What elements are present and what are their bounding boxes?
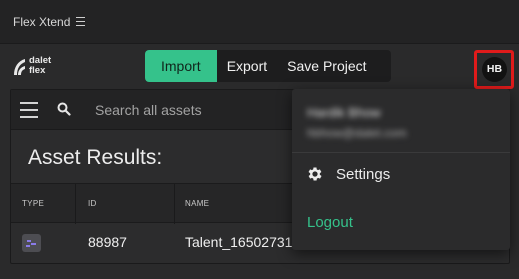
asset-name: Talent_16502731 xyxy=(185,234,293,250)
app-window: Flex Xtend dalet flex Import Export Save… xyxy=(0,0,519,279)
search-icon[interactable] xyxy=(57,102,71,116)
import-button[interactable]: Import xyxy=(145,50,217,82)
column-header-name[interactable]: NAME xyxy=(185,184,209,224)
save-project-button[interactable]: Save Project xyxy=(277,50,376,82)
menu-divider xyxy=(292,152,510,153)
asset-type-icon xyxy=(22,234,41,252)
logout-menu-item[interactable]: Logout xyxy=(307,214,353,231)
user-email: hbhow@dalet.com xyxy=(307,126,407,140)
asset-id: 88987 xyxy=(88,234,127,250)
user-avatar[interactable]: HB xyxy=(482,57,507,82)
hamburger-menu-icon[interactable] xyxy=(20,102,38,118)
title-bar: Flex Xtend xyxy=(0,0,519,44)
logo-text-line2: flex xyxy=(29,65,46,76)
settings-menu-item[interactable]: Settings xyxy=(306,163,390,185)
column-divider xyxy=(174,184,175,224)
user-name: Hardik Bhow xyxy=(307,105,381,120)
export-button[interactable]: Export xyxy=(217,50,277,82)
settings-label: Settings xyxy=(336,165,391,183)
logo-mark-icon xyxy=(14,59,25,75)
action-tabs: Import Export Save Project xyxy=(145,50,391,82)
app-title: Flex Xtend xyxy=(13,15,71,29)
header-bar: dalet flex Import Export Save Project HB xyxy=(0,45,519,89)
search-input[interactable] xyxy=(95,100,295,120)
column-header-id[interactable]: ID xyxy=(88,184,97,224)
column-header-type[interactable]: TYPE xyxy=(22,184,44,224)
app-menu-icon[interactable] xyxy=(76,17,85,26)
column-divider xyxy=(75,184,76,224)
avatar-highlight-box: HB xyxy=(474,50,514,89)
user-menu-dropdown: Hardik Bhow hbhow@dalet.com Settings Log… xyxy=(292,89,510,250)
dalet-flex-logo: dalet flex xyxy=(12,55,62,81)
results-title: Asset Results: xyxy=(28,146,163,169)
gear-icon xyxy=(308,167,322,181)
